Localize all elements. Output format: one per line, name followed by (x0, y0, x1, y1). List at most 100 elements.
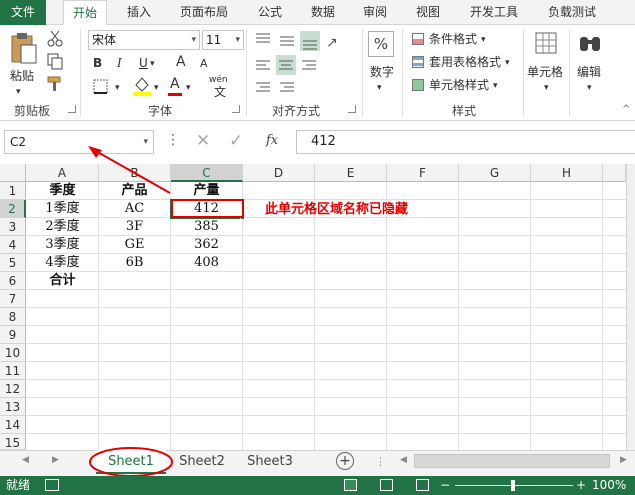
tab-home[interactable]: 开始 (63, 0, 107, 25)
tab-formulas[interactable]: 公式 (250, 0, 290, 25)
cell-c5[interactable]: 408 (171, 254, 242, 272)
cell-b2[interactable]: AC (99, 200, 170, 218)
tab-data[interactable]: 数据 (303, 0, 343, 25)
zoom-level[interactable]: 100% (592, 476, 626, 495)
tab-split-handle-icon[interactable]: ⋮ (375, 455, 386, 468)
scroll-right-icon[interactable]: ▶ (620, 455, 627, 465)
format-painter-icon[interactable] (46, 75, 64, 93)
sheet-tab-sheet2[interactable]: Sheet2 (170, 450, 234, 474)
font-color-icon[interactable]: A (170, 75, 180, 93)
row-header-10[interactable]: 10 (0, 344, 26, 362)
zoom-in-icon[interactable]: + (576, 476, 586, 495)
insert-function-button[interactable]: fx (266, 133, 278, 148)
find-binoculars-icon[interactable] (577, 31, 603, 55)
scroll-sheets-left-icon[interactable]: ◀ (22, 455, 29, 465)
chevron-down-icon[interactable]: ▾ (493, 77, 498, 95)
fill-color-icon[interactable] (132, 75, 152, 97)
cell-c4[interactable]: 362 (171, 236, 242, 254)
collapse-ribbon-icon[interactable]: ^ (622, 101, 630, 119)
row-header-4[interactable]: 4 (0, 236, 26, 254)
row-header-3[interactable]: 3 (0, 218, 26, 236)
row-header-13[interactable]: 13 (0, 398, 26, 416)
row-header-15[interactable]: 15 (0, 434, 26, 450)
clipboard-launcher-icon[interactable] (68, 105, 76, 113)
number-format-button[interactable]: 数字 (370, 63, 394, 81)
cell-c3[interactable]: 385 (171, 218, 242, 236)
tab-page-layout[interactable]: 页面布局 (172, 0, 236, 25)
cell-a3[interactable]: 2季度 (27, 218, 98, 236)
cell-a2[interactable]: 1季度 (27, 200, 98, 218)
chevron-down-icon[interactable]: ▾ (505, 54, 510, 72)
zoom-out-icon[interactable]: − (440, 476, 450, 495)
conditional-format-button[interactable]: 条件格式 (429, 30, 477, 48)
row-header-6[interactable]: 6 (0, 272, 26, 290)
row-header-8[interactable]: 8 (0, 308, 26, 326)
scroll-left-icon[interactable]: ◀ (400, 455, 407, 465)
row-header-11[interactable]: 11 (0, 362, 26, 380)
fill-color-dropdown-icon[interactable]: ▾ (154, 79, 159, 97)
paste-icon[interactable] (10, 31, 38, 65)
grow-font-button[interactable]: A (176, 53, 186, 71)
cell-b5[interactable]: 6B (99, 254, 170, 272)
cell-a5[interactable]: 4季度 (27, 254, 98, 272)
tab-review[interactable]: 审阅 (355, 0, 395, 25)
cancel-icon[interactable]: ✕ (196, 131, 210, 151)
column-header-partial[interactable] (603, 164, 626, 182)
horizontal-scrollbar[interactable] (414, 454, 610, 468)
row-header-9[interactable]: 9 (0, 326, 26, 344)
select-all-corner[interactable] (0, 164, 26, 182)
sheet-tab-sheet3[interactable]: Sheet3 (238, 450, 302, 474)
row-header-1[interactable]: 1 (0, 182, 26, 200)
tab-file[interactable]: 文件 (0, 0, 46, 25)
alignment-buttons-icon[interactable]: ↗ (254, 31, 340, 97)
shrink-font-button[interactable]: A (200, 55, 208, 73)
column-header-g[interactable]: G (459, 164, 531, 182)
underline-button[interactable]: U (139, 54, 148, 72)
row-header-7[interactable]: 7 (0, 290, 26, 308)
row-header-14[interactable]: 14 (0, 416, 26, 434)
border-icon[interactable] (92, 78, 110, 96)
page-layout-view-icon[interactable] (380, 479, 393, 491)
font-color-dropdown-icon[interactable]: ▾ (186, 79, 191, 97)
column-header-f[interactable]: F (387, 164, 459, 182)
font-size-select[interactable]: 11 ▾ (202, 30, 244, 50)
tab-insert[interactable]: 插入 (117, 0, 161, 25)
alignment-launcher-icon[interactable] (348, 105, 356, 113)
tab-developer[interactable]: 开发工具 (462, 0, 526, 25)
number-dropdown-icon[interactable]: ▾ (377, 79, 382, 97)
cell-styles-button[interactable]: 单元格样式 (429, 76, 489, 94)
column-header-d[interactable]: D (243, 164, 315, 182)
percent-icon[interactable]: % (368, 31, 394, 57)
editing-dropdown-icon[interactable]: ▾ (587, 79, 592, 97)
phonetic-guide-icon[interactable]: 文 (214, 83, 226, 101)
tab-load-test[interactable]: 负载测试 (540, 0, 604, 25)
formula-input[interactable]: 412 (296, 130, 635, 154)
underline-dropdown-icon[interactable]: ▾ (150, 55, 155, 73)
font-name-select[interactable]: 宋体 ▾ (88, 30, 200, 50)
row-header-12[interactable]: 12 (0, 380, 26, 398)
scroll-sheets-right-icon[interactable]: ▶ (52, 455, 59, 465)
font-launcher-icon[interactable] (232, 105, 240, 113)
border-dropdown-icon[interactable]: ▾ (115, 79, 120, 97)
zoom-slider-thumb[interactable] (511, 480, 515, 491)
cell-a4[interactable]: 3季度 (27, 236, 98, 254)
bold-button[interactable]: B (93, 54, 102, 72)
format-as-table-button[interactable]: 套用表格格式 (429, 53, 501, 71)
macro-record-icon[interactable] (45, 479, 59, 491)
enter-check-icon[interactable]: ✓ (229, 131, 243, 151)
cell-b3[interactable]: 3F (99, 218, 170, 236)
row-header-2[interactable]: 2 (0, 200, 26, 218)
paste-dropdown-icon[interactable]: ▾ (16, 83, 21, 101)
normal-view-icon[interactable] (344, 479, 357, 491)
paste-label[interactable]: 粘贴 (10, 67, 34, 85)
copy-icon[interactable] (46, 52, 64, 70)
page-break-view-icon[interactable] (416, 479, 429, 491)
column-header-h[interactable]: H (531, 164, 603, 182)
italic-button[interactable]: I (117, 54, 122, 72)
new-sheet-icon[interactable]: + (336, 452, 354, 470)
chevron-down-icon[interactable]: ▾ (481, 31, 486, 49)
cell-c1[interactable]: 产量 (171, 182, 242, 200)
cell-a6[interactable]: 合计 (27, 272, 98, 290)
cut-icon[interactable] (46, 30, 64, 48)
vertical-scrollbar[interactable] (626, 164, 635, 450)
